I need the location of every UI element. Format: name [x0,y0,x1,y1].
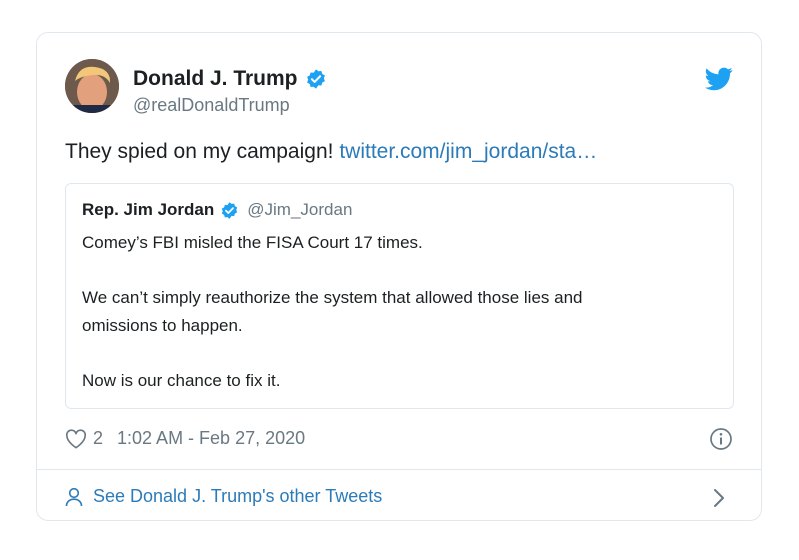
quoted-tweet-header: Rep. Jim Jordan @Jim_Jordan [82,200,352,220]
quoted-tweet-line: omissions to happen. [82,316,243,335]
avatar[interactable] [65,59,119,113]
tweet-text: They spied on my campaign! twitter.com/j… [65,140,597,164]
info-icon[interactable] [709,427,733,451]
tweet-link[interactable]: twitter.com/jim_jordan/sta… [339,140,597,163]
like-count[interactable]: 2 [93,428,103,449]
person-icon [65,487,83,507]
quoted-author-handle: @Jim_Jordan [247,200,353,219]
quoted-tweet[interactable]: Rep. Jim Jordan @Jim_Jordan Comey’s FBI … [65,183,734,409]
tweet-meta: 2 1:02 AM - Feb 27, 2020 [65,428,305,449]
see-other-tweets-label[interactable]: See Donald J. Trump's other Tweets [93,486,382,507]
twitter-bird-icon[interactable] [705,67,733,91]
tweet-body: They spied on my campaign! [65,140,334,163]
quoted-tweet-line: Comey’s FBI misled the FISA Court 17 tim… [82,233,423,252]
chevron-right-icon[interactable] [713,488,725,508]
quoted-tweet-line: We can’t simply reauthorize the system t… [82,288,583,307]
embedded-tweet-card: Donald J. Trump @realDonaldTrump They sp… [36,32,762,521]
see-other-tweets-link[interactable]: See Donald J. Trump's other Tweets [65,486,382,507]
tweet-timestamp[interactable]: 1:02 AM - Feb 27, 2020 [117,428,305,449]
author-display-name[interactable]: Donald J. Trump [133,67,298,91]
verified-badge-icon [305,68,327,90]
heart-icon[interactable] [65,428,87,449]
verified-badge-icon [220,201,239,220]
author-handle[interactable]: @realDonaldTrump [133,95,290,116]
quoted-author-name: Rep. Jim Jordan [82,200,215,219]
quoted-tweet-line: Now is our chance to fix it. [82,371,281,390]
divider [37,469,761,470]
author-name-row: Donald J. Trump [133,67,327,91]
